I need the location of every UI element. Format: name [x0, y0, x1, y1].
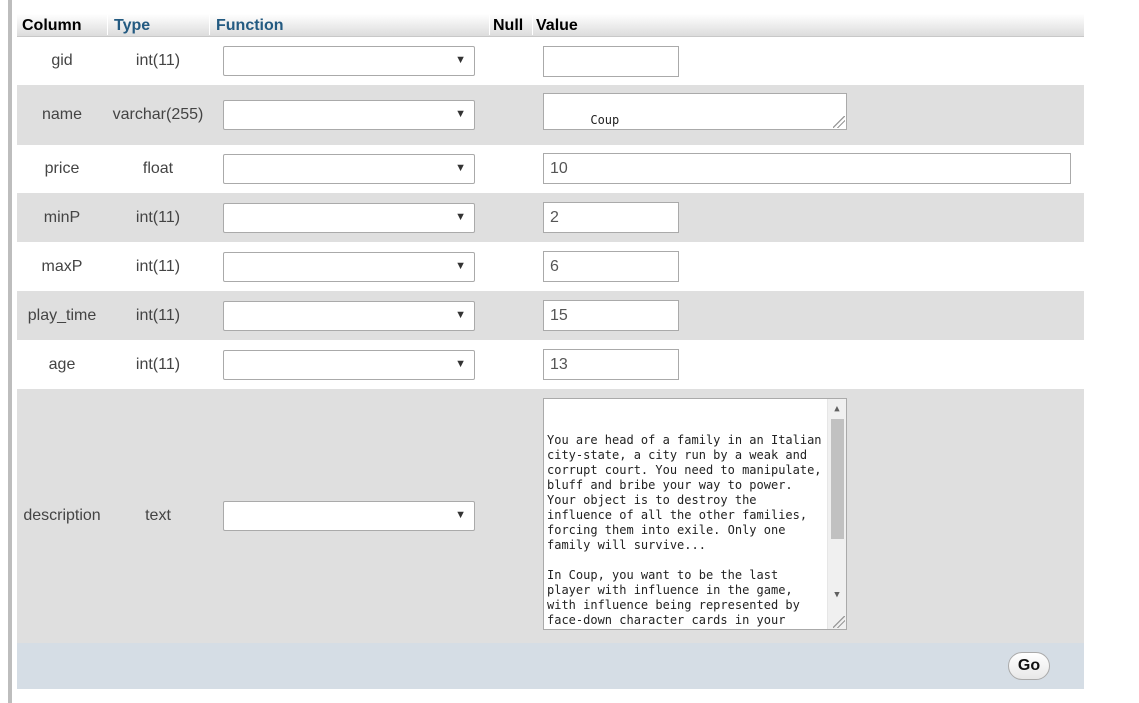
header-divider: [532, 15, 533, 35]
dropdown-arrow-icon: ▼: [455, 54, 466, 66]
function-select[interactable]: ▼: [223, 300, 475, 331]
dropdown-arrow-icon: ▼: [455, 259, 466, 272]
column-name: minP: [43, 208, 81, 226]
column-type: float: [142, 160, 174, 177]
header-function[interactable]: Function: [216, 17, 284, 35]
table-row: maxP int(11) ▼ 6: [17, 242, 1084, 291]
table-row: name varchar(255) ▼ Coup: [17, 85, 1084, 145]
dropdown-arrow-icon: ▼: [455, 357, 466, 370]
value-input[interactable]: 10: [543, 153, 1071, 184]
table-header: Column Type Function Null Value: [17, 14, 1084, 37]
header-divider: [107, 15, 108, 35]
column-type: int(11): [135, 306, 181, 324]
dropdown-arrow-icon: ▼: [455, 162, 466, 174]
left-frame-border: [8, 0, 12, 703]
column-type: int(11): [135, 355, 181, 373]
column-name: gid: [51, 52, 73, 69]
column-name: play_time: [27, 306, 97, 324]
table-row: minP int(11) ▼ 2: [17, 193, 1084, 242]
column-type: text: [145, 507, 171, 524]
column-name: maxP: [41, 257, 83, 275]
function-select[interactable]: ▼: [223, 251, 475, 282]
header-type[interactable]: Type: [114, 17, 150, 35]
value-input[interactable]: 15: [543, 300, 679, 331]
dropdown-arrow-icon: ▼: [455, 509, 466, 521]
column-type: int(11): [135, 257, 181, 275]
scroll-up-icon[interactable]: ▲: [828, 402, 846, 417]
scrollbar-thumb[interactable]: [831, 419, 844, 539]
column-name: description: [23, 507, 101, 524]
column-name: age: [48, 355, 76, 373]
go-button[interactable]: Go: [1008, 652, 1050, 680]
function-select[interactable]: ▼: [223, 46, 475, 76]
column-type: int(11): [135, 208, 181, 226]
table-row: play_time int(11) ▼ 15: [17, 291, 1084, 340]
function-select[interactable]: ▼: [223, 349, 475, 380]
dropdown-arrow-icon: ▼: [455, 210, 466, 223]
column-type: varchar(255): [112, 106, 204, 123]
value-textarea[interactable]: Coup: [543, 93, 847, 130]
function-select[interactable]: ▼: [223, 202, 475, 233]
header-divider: [489, 15, 490, 35]
column-type: int(11): [135, 52, 181, 69]
column-name: name: [41, 106, 83, 123]
value-input[interactable]: 2: [543, 202, 679, 233]
value-text: You are head of a family in an Italian c…: [547, 433, 822, 629]
value-input[interactable]: [543, 46, 679, 77]
resize-grip-icon[interactable]: [833, 116, 845, 128]
table-row: price float ▼ 10: [17, 145, 1084, 193]
insert-row-form: Column Type Function Null Value gid int(…: [17, 14, 1084, 689]
header-divider: [209, 15, 210, 35]
dropdown-arrow-icon: ▼: [455, 108, 466, 120]
resize-grip-icon[interactable]: [833, 616, 845, 628]
header-value: Value: [536, 17, 578, 34]
form-footer: Go: [17, 643, 1084, 689]
value-textarea[interactable]: You are head of a family in an Italian c…: [543, 398, 847, 630]
dropdown-arrow-icon: ▼: [455, 308, 466, 321]
value-input[interactable]: 13: [543, 349, 679, 380]
value-text: Coup: [590, 113, 620, 127]
scroll-down-icon[interactable]: ▼: [828, 588, 846, 603]
table-row: description text ▼ You are head of a fam…: [17, 389, 1084, 643]
column-name: price: [44, 160, 80, 177]
textarea-scrollbar[interactable]: ▲ ▼: [827, 399, 846, 629]
function-select[interactable]: ▼: [223, 154, 475, 184]
function-select[interactable]: ▼: [223, 501, 475, 531]
table-row: age int(11) ▼ 13: [17, 340, 1084, 389]
header-column: Column: [22, 17, 82, 34]
function-select[interactable]: ▼: [223, 100, 475, 130]
value-input[interactable]: 6: [543, 251, 679, 282]
table-row: gid int(11) ▼: [17, 37, 1084, 85]
header-null: Null: [493, 17, 524, 34]
